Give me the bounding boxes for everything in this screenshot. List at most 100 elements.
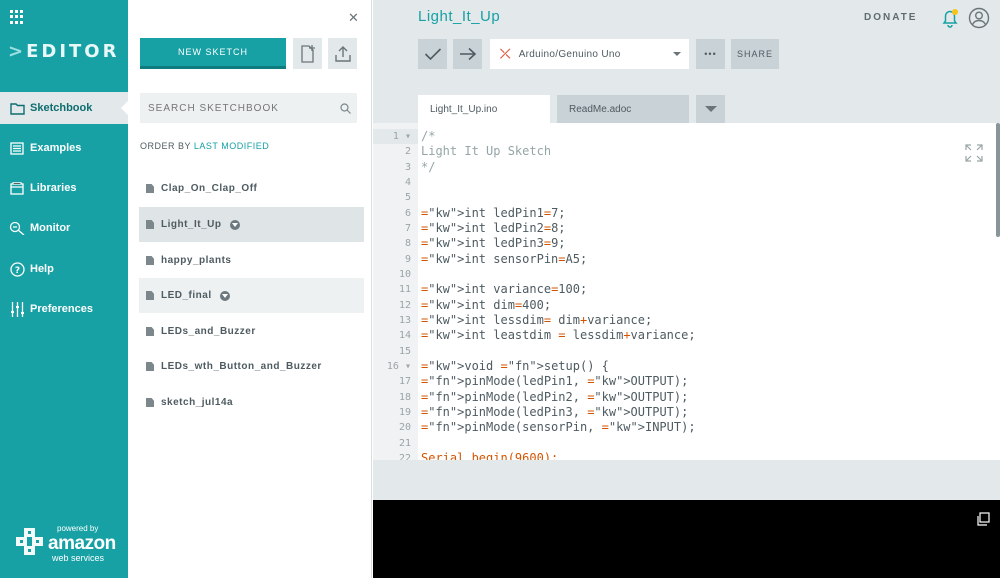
sketch-title[interactable]: Light_It_Up <box>418 8 500 25</box>
code-line: /* <box>421 129 436 143</box>
nav-item-sketchbook[interactable]: Sketchbook <box>0 92 129 124</box>
sketch-item[interactable]: Clap_On_Clap_Off <box>139 171 364 206</box>
share-button[interactable]: SHARE <box>731 39 779 69</box>
nav-item-label: Help <box>30 263 54 275</box>
sketch-name: sketch_jul14a <box>161 397 234 408</box>
nav-item-monitor[interactable]: Monitor <box>0 212 128 244</box>
sketchbook-panel: ✕ NEW SKETCH ORDER BY LAST MODIFIED Clap… <box>128 0 372 578</box>
sketch-item[interactable]: sketch_jul14a <box>139 385 364 420</box>
sketch-item-selected[interactable]: Light_It_Up <box>139 207 364 242</box>
nav-item-preferences[interactable]: Preferences <box>0 293 128 325</box>
sketch-name: LEDs_wth_Button_and_Buzzer <box>161 361 322 372</box>
line-number: 10 <box>398 269 411 280</box>
line-number: 1 ▾ <box>373 129 418 144</box>
folder-icon <box>9 100 25 116</box>
close-panel-button[interactable]: ✕ <box>348 10 359 26</box>
tab-readme-adoc[interactable]: ReadMe.adoc <box>557 95 689 123</box>
expand-editor-button[interactable] <box>965 144 983 167</box>
expand-icon <box>965 144 983 162</box>
code-line: ="kw">int sensorPin=A5; <box>421 252 588 266</box>
line-number: 2 <box>404 146 411 157</box>
aws-logo: powered by amazon web services <box>12 520 116 564</box>
line-number: 19 <box>398 407 411 418</box>
user-icon <box>968 7 990 29</box>
sketch-name: happy_plants <box>161 255 232 266</box>
user-account-button[interactable] <box>968 7 990 34</box>
code-editor[interactable]: 1 ▾ 2 3 4 5 6 7 8 9 10 11 12 13 14 15 16… <box>373 123 1000 460</box>
sketch-item[interactable]: LEDs_wth_Button_and_Buzzer <box>139 349 364 384</box>
code-line: ="kw">void ="fn">setup() { <box>421 359 609 373</box>
checkmark-icon <box>424 48 441 61</box>
file-icon <box>146 362 154 371</box>
help-icon: ? <box>9 261 25 277</box>
sketch-item[interactable]: LEDs_and_Buzzer <box>139 314 364 349</box>
serial-console <box>373 500 1000 578</box>
verify-button[interactable] <box>418 39 447 69</box>
sketch-item[interactable]: happy_plants <box>139 243 364 278</box>
aws-web-services: web services <box>52 553 105 563</box>
line-number: 13 <box>398 315 411 326</box>
order-by-label: ORDER BY <box>140 141 191 151</box>
donate-link[interactable]: DONATE <box>864 12 917 23</box>
file-icon <box>146 184 154 193</box>
line-number: 6 <box>404 208 411 219</box>
app-grid-icon[interactable] <box>10 10 24 24</box>
upload-sketch-button[interactable] <box>453 39 482 69</box>
nav-item-libraries[interactable]: Libraries <box>0 172 128 204</box>
nav-item-examples[interactable]: Examples <box>0 132 128 164</box>
nav-item-help[interactable]: ? Help <box>0 253 128 285</box>
file-icon <box>146 398 154 407</box>
file-icon <box>146 256 154 265</box>
code-line: ="kw">int leastdim = lessdim+variance; <box>421 328 696 342</box>
nav-item-label: Examples <box>30 142 82 154</box>
nav-item-label: Libraries <box>30 182 77 194</box>
code-line: ="fn">pinMode(ledPin2, ="kw">OUTPUT); <box>421 390 689 404</box>
new-sketch-button[interactable]: NEW SKETCH <box>140 38 286 69</box>
line-number: 5 <box>404 192 411 203</box>
editor-scrollbar[interactable] <box>996 123 1000 237</box>
line-number: 18 <box>398 392 411 403</box>
aws-cubes-icon <box>16 528 43 555</box>
disconnected-icon: ⤫ <box>500 46 511 61</box>
sketch-menu-icon[interactable] <box>219 290 230 301</box>
code-line: ="kw">int ledPin1=7; <box>421 206 566 220</box>
nav-item-label: Monitor <box>30 222 71 234</box>
sketch-menu-icon[interactable] <box>229 219 240 230</box>
code-line: ="kw">int dim=400; <box>421 298 552 312</box>
code-line: ="kw">int ledPin2=8; <box>421 221 566 235</box>
copy-icon <box>977 512 990 526</box>
board-selector[interactable]: ⤫ Arduino/Genuino Uno <box>490 39 689 69</box>
list-icon <box>9 140 25 156</box>
order-by-value[interactable]: LAST MODIFIED <box>194 141 269 151</box>
code-line: Light It Up Sketch <box>421 144 552 158</box>
sketch-name: LED_final <box>161 290 212 301</box>
code-line: ="fn">pinMode(ledPin1, ="kw">OUTPUT); <box>421 374 689 388</box>
sketch-item[interactable]: LED_final <box>139 278 364 313</box>
order-by: ORDER BY LAST MODIFIED <box>140 141 269 151</box>
line-number: 4 <box>404 177 411 188</box>
sketchbook-search[interactable] <box>140 93 357 123</box>
search-input[interactable] <box>148 102 328 114</box>
chevron-down-icon <box>673 52 681 56</box>
new-file-button[interactable] <box>293 38 322 69</box>
copy-output-button[interactable] <box>976 512 990 531</box>
code-line: ="fn">pinMode(sensorPin, ="kw">INPUT); <box>421 420 696 434</box>
close-icon[interactable]: ✕ <box>348 10 359 25</box>
board-name: Arduino/Genuino Uno <box>518 48 621 60</box>
notifications-button[interactable] <box>940 8 960 33</box>
line-number: 9 <box>404 254 411 265</box>
search-icon[interactable] <box>340 102 351 114</box>
monitor-search-icon <box>9 220 25 236</box>
tab-light-it-up-ino[interactable]: Light_It_Up.ino <box>418 95 550 123</box>
code-line: ="kw">int ledPin3=9; <box>421 236 566 250</box>
editor-brand: > EDITOR <box>8 41 120 62</box>
tab-menu-button[interactable] <box>696 95 725 123</box>
line-number: 3 <box>404 162 411 173</box>
code-line: ="kw">int variance=100; <box>421 282 588 296</box>
line-number: 21 <box>398 438 411 449</box>
line-number: 17 <box>398 376 411 387</box>
more-options-button[interactable]: ••• <box>696 39 725 69</box>
aws-powered-by: powered by <box>57 524 99 533</box>
upload-button[interactable] <box>328 38 357 69</box>
line-gutter: 1 ▾ 2 3 4 5 6 7 8 9 10 11 12 13 14 15 16… <box>373 123 418 460</box>
